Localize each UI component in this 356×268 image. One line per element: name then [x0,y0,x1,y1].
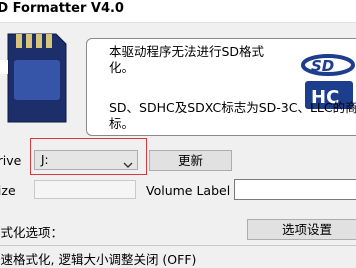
drive-select-value: J: [41,153,49,167]
format-options-label: 格式化选项： [0,225,64,240]
options-summary-text: 快速格式化, 逻辑大小调整关闭 (OFF) [0,252,197,267]
volume-label: Volume Label [146,183,231,198]
options-button[interactable]: 选项设置 [247,219,356,240]
sd-card-icon [0,30,68,130]
window-title: SD Formatter V4.0 [0,1,124,16]
warning-text: 本驱动程序无法进行SD格式化。 [109,44,265,75]
drive-label: Drive [0,153,22,168]
size-label: Size [0,183,16,198]
standards-text: SD、SDHC及SDXC标志为SD-3C、LLC的商标。 [109,100,356,131]
refresh-button[interactable]: 更新 [149,150,232,171]
info-panel: 本驱动程序无法进行SD格式化。 SD HC SD、SDHC及SDXC标志为SD-… [86,38,356,136]
chevron-down-icon [123,155,133,168]
drive-select[interactable]: J: [34,150,138,170]
options-summary: 快速格式化, 逻辑大小调整关闭 (OFF) [0,245,356,268]
title-bar: SD Formatter V4.0 [0,0,356,23]
svg-text:SD: SD [311,57,334,75]
volume-label-input[interactable] [234,179,356,200]
size-field [34,180,136,199]
